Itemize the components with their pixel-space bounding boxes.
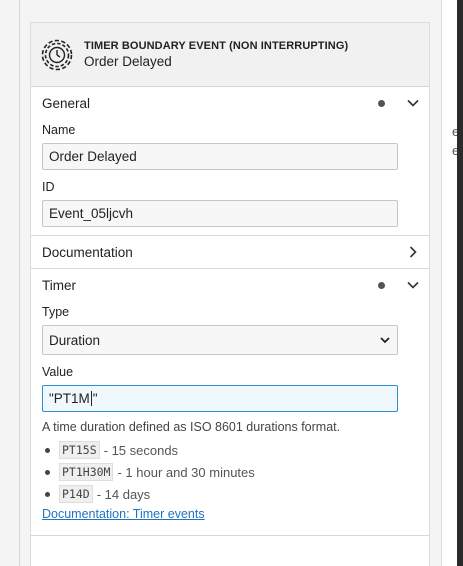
element-type-label: TIMER BOUNDARY EVENT (NON INTERRUPTING): [84, 40, 349, 52]
group-documentation-header[interactable]: Documentation: [31, 236, 429, 268]
id-label: ID: [42, 180, 55, 194]
chevron-down-icon[interactable]: [405, 277, 421, 293]
list-item: PT1H30M - 1 hour and 30 minutes: [42, 461, 418, 483]
data-marker-dot: [378, 282, 385, 289]
example-text: - 15 seconds: [103, 442, 179, 458]
group-general-entries: Name Order Delayed ID Event_05ljcvh: [31, 119, 429, 235]
value-label: Value: [42, 365, 74, 379]
window-edge: [457, 0, 463, 566]
type-label: Type: [42, 305, 70, 319]
timer-type-value: Duration: [49, 332, 101, 348]
chevron-right-icon[interactable]: [405, 244, 421, 260]
group-timer: Timer Type Duration Value "PT1M " A time …: [31, 269, 429, 536]
group-general: General Name Order Delayed ID Event_05lj…: [31, 87, 429, 236]
group-general-header[interactable]: General: [31, 87, 429, 119]
name-input-value: Order Delayed: [49, 149, 137, 164]
timer-type-select[interactable]: Duration: [42, 325, 398, 355]
chevron-down-icon: [380, 337, 390, 344]
group-documentation: Documentation: [31, 236, 429, 269]
sidebar-divider: [19, 0, 20, 566]
group-title: General: [42, 95, 91, 111]
name-label: Name: [42, 123, 76, 137]
bullet-icon: [45, 491, 50, 497]
group-timer-entries: Type Duration Value "PT1M " A time durati…: [31, 301, 429, 535]
group-title: Documentation: [42, 244, 133, 260]
id-input[interactable]: Event_05ljcvh: [42, 200, 398, 227]
timer-value-input[interactable]: "PT1M ": [42, 385, 398, 412]
example-code: PT1H30M: [59, 463, 114, 481]
name-input[interactable]: Order Delayed: [42, 143, 398, 170]
timer-event-icon: [41, 39, 73, 70]
list-item: P14D - 14 days: [42, 483, 418, 505]
text-caret: [90, 391, 92, 407]
example-code: P14D: [59, 485, 93, 503]
timer-value-after-caret: ": [92, 390, 98, 406]
duration-examples: PT15S - 15 seconds PT1H30M - 1 hour and …: [42, 439, 418, 505]
header-text: TIMER BOUNDARY EVENT (NON INTERRUPTING) …: [84, 40, 348, 69]
data-marker-dot: [378, 100, 385, 107]
timer-docs-link[interactable]: Documentation: Timer events: [42, 507, 205, 521]
id-input-value: Event_05ljcvh: [49, 206, 134, 221]
timer-value-text: "PT1M ": [49, 391, 98, 407]
chevron-down-icon[interactable]: [405, 95, 421, 111]
canvas-area[interactable]: [441, 0, 457, 566]
bullet-icon: [45, 469, 50, 475]
example-code: PT15S: [59, 441, 100, 459]
group-timer-header[interactable]: Timer: [31, 269, 429, 301]
group-title: Timer: [42, 277, 76, 293]
timer-description: A time duration defined as ISO 8601 dura…: [42, 420, 341, 434]
bullet-icon: [45, 447, 50, 453]
element-name-label: Order Delayed: [84, 54, 172, 69]
example-text: - 1 hour and 30 minutes: [117, 464, 255, 480]
example-text: - 14 days: [96, 486, 151, 502]
list-item: PT15S - 15 seconds: [42, 439, 418, 461]
timer-value-before-caret: "PT1M: [49, 390, 90, 406]
panel-header: TIMER BOUNDARY EVENT (NON INTERRUPTING) …: [31, 23, 429, 87]
properties-panel: TIMER BOUNDARY EVENT (NON INTERRUPTING) …: [30, 22, 430, 566]
